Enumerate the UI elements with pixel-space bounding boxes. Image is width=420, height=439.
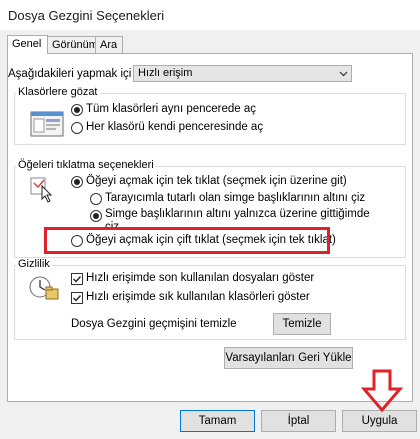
clear-history-button[interactable]: Temizle xyxy=(273,313,331,335)
recent-files-label: Hızlı erişimde son kullanılan dosyaları … xyxy=(86,272,315,284)
window-title: Dosya Gezgini Seçenekleri xyxy=(8,8,165,23)
underline-hover-label-line1: Simge başlıklarının altını yalnızca üzer… xyxy=(105,208,370,220)
same-window-label: Tüm klasörleri aynı pencerede aç xyxy=(86,103,257,115)
frequent-folders-label: Hızlı erişimde sık kullanılan klasörleri… xyxy=(86,291,310,303)
click-items-icon xyxy=(30,177,53,203)
browse-folders-icon xyxy=(30,111,64,137)
own-window-label: Her klasörü kendi penceresinde aç xyxy=(86,121,264,133)
checkmark-icon xyxy=(73,295,82,302)
clear-history-label: Dosya Gezgini geçmişini temizle xyxy=(71,318,237,330)
recent-files-checkbox[interactable] xyxy=(71,273,83,285)
frequent-folders-checkbox[interactable] xyxy=(71,292,83,304)
tab-view[interactable]: Görünüm xyxy=(47,36,98,53)
browse-folders-legend: Klasörlere gözat xyxy=(16,86,100,98)
checkmark-icon xyxy=(73,276,82,283)
title-bar: Dosya Gezgini Seçenekleri xyxy=(0,0,420,30)
tab-general[interactable]: Genel xyxy=(7,35,48,54)
apply-button[interactable]: Uygula xyxy=(342,410,417,432)
cancel-button[interactable]: İptal xyxy=(261,410,336,432)
own-window-radio[interactable] xyxy=(71,122,83,134)
arrow-down-icon xyxy=(361,369,403,413)
highlight-box xyxy=(44,227,330,254)
click-items-legend: Öğeleri tıklatma seçenekleri xyxy=(16,159,156,171)
restore-defaults-button[interactable]: Varsayılanları Geri Yükle xyxy=(224,347,353,369)
privacy-legend: Gizlilik xyxy=(16,258,52,270)
same-window-radio[interactable] xyxy=(71,104,83,116)
open-folders-dropdown[interactable]: Hızlı erişim xyxy=(133,65,352,82)
underline-browser-radio[interactable] xyxy=(90,193,102,205)
single-click-label: Öğeyi açmak için tek tıklat (seçmek için… xyxy=(86,175,347,187)
single-click-radio[interactable] xyxy=(71,176,83,188)
browse-folders-group xyxy=(14,93,406,145)
tab-search[interactable]: Ara xyxy=(95,36,123,53)
underline-browser-label: Tarayıcımla tutarlı olan simge başlıklar… xyxy=(105,192,366,204)
privacy-icon xyxy=(29,276,59,300)
open-folders-selected-value: Hızlı erişim xyxy=(138,67,193,79)
chevron-down-icon xyxy=(339,71,348,77)
open-folders-label: Aşağıdakileri yapmak içi xyxy=(8,68,132,80)
ok-button[interactable]: Tamam xyxy=(180,410,255,432)
underline-hover-radio[interactable] xyxy=(90,210,102,222)
